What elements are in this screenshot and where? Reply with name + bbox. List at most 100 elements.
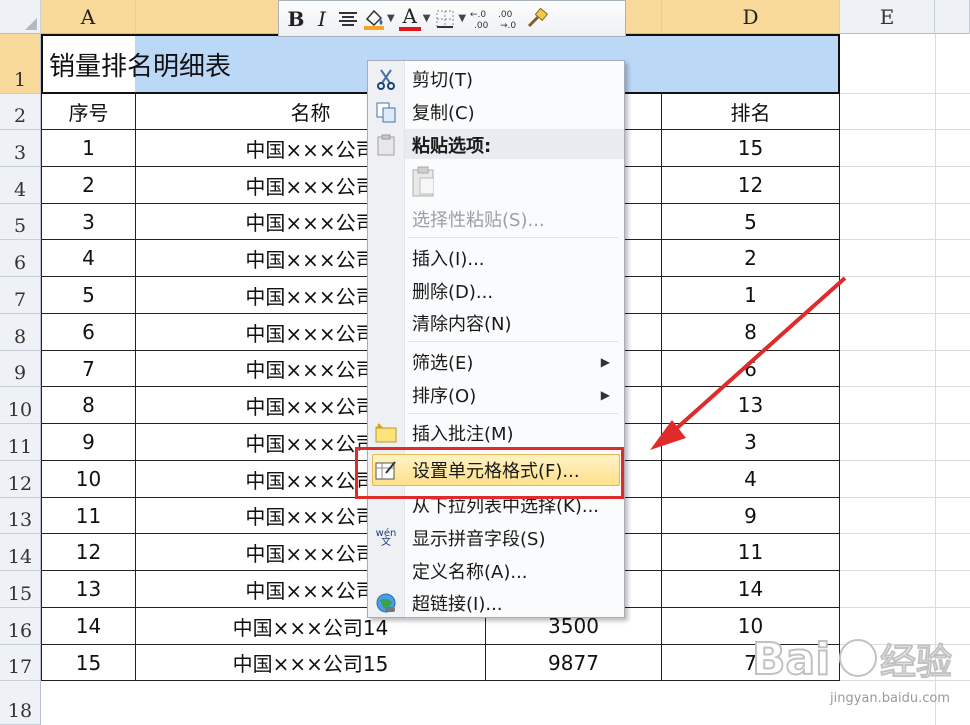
menu-item-sort[interactable]: 排序(O) ▶ <box>368 379 624 411</box>
menu-item-hyperlink[interactable]: 超链接(I)... <box>368 587 624 619</box>
row-header-8[interactable]: 8 <box>0 314 41 351</box>
font-color-dropdown-icon[interactable]: ▼ <box>423 13 431 24</box>
column-header-d[interactable]: D <box>662 0 840 34</box>
paste-clipboard-icon <box>410 166 434 197</box>
baidu-watermark: Bai 经验 jingyan.baidu.com <box>750 628 965 718</box>
menu-label-insert: 插入(I)... <box>412 249 485 270</box>
row-header-13[interactable]: 13 <box>0 498 41 534</box>
row-header-18[interactable]: 18 <box>0 681 41 725</box>
menu-label-clear-contents: 清除内容(N) <box>412 314 512 335</box>
table-cell-rank[interactable]: 14 <box>662 571 840 608</box>
italic-button[interactable]: I <box>311 5 333 33</box>
row-header-11[interactable]: 11 <box>0 424 41 461</box>
row-header-6[interactable]: 6 <box>0 240 41 277</box>
table-cell-rank[interactable]: 4 <box>662 461 840 498</box>
row-header-4[interactable]: 4 <box>0 167 41 204</box>
menu-label-define-name: 定义名称(A)... <box>412 562 528 583</box>
row-header-14[interactable]: 14 <box>0 534 41 571</box>
table-cell-index[interactable]: 9 <box>41 424 136 461</box>
borders-dropdown-icon[interactable]: ▼ <box>458 13 466 24</box>
format-painter-icon[interactable] <box>526 5 549 33</box>
table-cell-rank[interactable]: 6 <box>662 351 840 387</box>
menu-item-insert[interactable]: 插入(I)... <box>368 242 624 274</box>
menu-item-delete[interactable]: 删除(D)... <box>368 275 624 307</box>
table-cell-index[interactable]: 15 <box>41 645 136 681</box>
context-menu: 剪切(T) 复制(C) 粘贴选项: 选择性粘贴(S)... 插入(I)... 删… <box>367 60 625 618</box>
menu-paste-button[interactable] <box>368 163 624 201</box>
table-cell-index[interactable]: 10 <box>41 461 136 498</box>
svg-text:→.0: →.0 <box>500 21 516 30</box>
table-cell-rank[interactable]: 12 <box>662 167 840 204</box>
decrease-decimal-icon[interactable]: .00 →.0 <box>498 5 522 33</box>
svg-text:Bai: Bai <box>752 634 830 685</box>
phonetic-guide-icon: wén 文 <box>374 526 398 550</box>
table-cell-index[interactable]: 6 <box>41 314 136 351</box>
table-cell-rank[interactable]: 3 <box>662 424 840 461</box>
row-header-17[interactable]: 17 <box>0 645 41 681</box>
row-header-7[interactable]: 7 <box>0 277 41 314</box>
table-cell-index[interactable]: 12 <box>41 534 136 571</box>
phonetic-icon-text: wén 文 <box>375 528 397 548</box>
menu-item-clear-contents[interactable]: 清除内容(N) <box>368 307 624 339</box>
table-cell-index[interactable]: 13 <box>41 571 136 608</box>
table-cell-index[interactable]: 7 <box>41 351 136 387</box>
row-header-10[interactable]: 10 <box>0 387 41 424</box>
table-cell-rank[interactable]: 2 <box>662 240 840 277</box>
table-cell-index[interactable]: 8 <box>41 387 136 424</box>
row-header-1[interactable]: 1 <box>0 34 41 94</box>
select-all-corner[interactable] <box>0 0 41 34</box>
menu-item-copy[interactable]: 复制(C) <box>368 96 624 128</box>
menu-label-phonetic: 显示拼音字段(S) <box>412 529 546 550</box>
row-header-12[interactable]: 12 <box>0 461 41 498</box>
table-cell-index[interactable]: 11 <box>41 498 136 534</box>
bold-button[interactable]: B <box>285 5 307 33</box>
header-cell-index[interactable]: 序号 <box>41 94 136 130</box>
submenu-arrow-icon: ▶ <box>600 355 610 369</box>
increase-decimal-icon[interactable]: ←.0.00 <box>470 5 494 33</box>
table-cell-index[interactable]: 1 <box>41 130 136 167</box>
table-cell-rank[interactable]: 1 <box>662 277 840 314</box>
column-header-a[interactable]: A <box>41 0 136 34</box>
fill-color-icon[interactable] <box>363 5 385 33</box>
font-color-icon[interactable]: A <box>398 3 421 33</box>
table-cell-index[interactable]: 5 <box>41 277 136 314</box>
table-cell-index[interactable]: 14 <box>41 608 136 645</box>
table-cell-rank[interactable]: 5 <box>662 204 840 240</box>
borders-icon[interactable] <box>434 5 456 33</box>
menu-item-define-name[interactable]: 定义名称(A)... <box>368 555 624 587</box>
table-cell-index[interactable]: 4 <box>41 240 136 277</box>
menu-label-sort: 排序(O) <box>412 386 477 407</box>
menu-item-phonetic[interactable]: wén 文 显示拼音字段(S) <box>368 522 624 554</box>
menu-item-filter[interactable]: 筛选(E) ▶ <box>368 346 624 378</box>
table-cell-sales[interactable]: 9877 <box>486 645 662 681</box>
table-cell-index[interactable]: 2 <box>41 167 136 204</box>
row-header-5[interactable]: 5 <box>0 204 41 240</box>
spreadsheet: ABCDE 123456789101112131415161718 序号名称排名… <box>0 0 970 725</box>
comment-icon <box>374 421 398 445</box>
row-header-15[interactable]: 15 <box>0 571 41 608</box>
table-cell-rank[interactable]: 15 <box>662 130 840 167</box>
menu-item-paste-special[interactable]: 选择性粘贴(S)... <box>368 203 624 235</box>
table-cell-rank[interactable]: 13 <box>662 387 840 424</box>
row-header-3[interactable]: 3 <box>0 130 41 167</box>
menu-item-cut[interactable]: 剪切(T) <box>368 63 624 95</box>
menu-item-insert-comment[interactable]: 插入批注(M) <box>368 417 624 449</box>
column-header-blank[interactable] <box>935 0 970 34</box>
fill-color-dropdown-icon[interactable]: ▼ <box>387 13 395 24</box>
align-center-icon[interactable] <box>337 5 359 33</box>
menu-label-paste-special: 选择性粘贴(S)... <box>412 210 545 231</box>
table-cell-index[interactable]: 3 <box>41 204 136 240</box>
table-cell-rank[interactable]: 9 <box>662 498 840 534</box>
table-cell-name[interactable]: 中国×××公司15 <box>136 645 486 681</box>
row-header-9[interactable]: 9 <box>0 351 41 387</box>
svg-text:.00: .00 <box>474 21 489 30</box>
mini-toolbar: B I ▼ A ▼ ▼ ←.0.00 .00 →.0 <box>278 0 626 37</box>
table-cell-rank[interactable]: 11 <box>662 534 840 571</box>
row-header-2[interactable]: 2 <box>0 94 41 130</box>
copy-icon <box>374 100 398 124</box>
table-cell-rank[interactable]: 8 <box>662 314 840 351</box>
column-header-e[interactable]: E <box>840 0 935 34</box>
row-header-16[interactable]: 16 <box>0 608 41 645</box>
font-color-letter: A <box>402 3 417 28</box>
header-cell-rank[interactable]: 排名 <box>662 94 840 130</box>
